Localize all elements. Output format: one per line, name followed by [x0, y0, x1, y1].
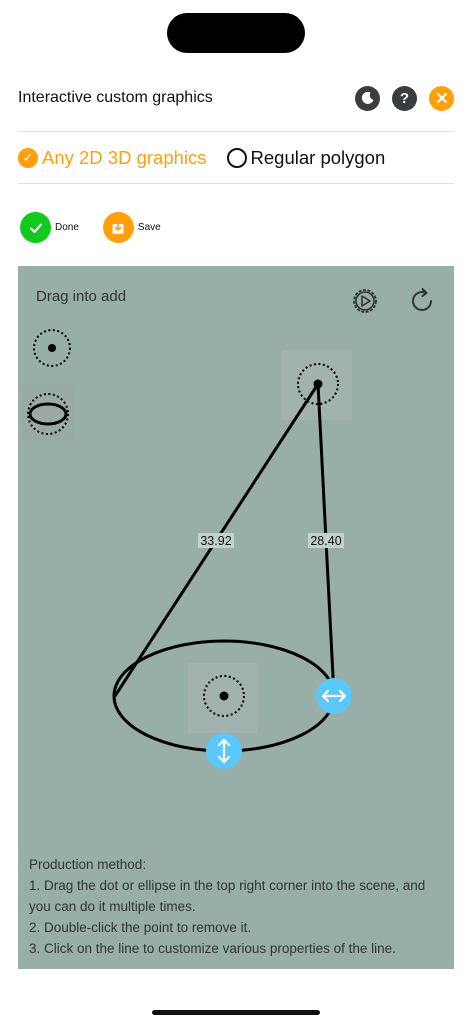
theme-toggle-button[interactable]	[355, 85, 380, 111]
tab-label: Any 2D 3D graphics	[42, 147, 207, 168]
done-button[interactable]: Done	[20, 212, 79, 243]
drawing-canvas[interactable]: Drag into add 33.92 28.40 Production met…	[18, 266, 454, 969]
save-button[interactable]: Save	[102, 212, 161, 243]
moon-icon	[361, 91, 373, 104]
production-method: Production method: 1. Drag the dot or el…	[29, 854, 447, 959]
page-title: Interactive custom graphics	[18, 89, 213, 106]
radio-off-icon	[226, 148, 247, 168]
header: Interactive custom graphics ?	[18, 78, 454, 118]
method-heading: Production method:	[29, 857, 147, 872]
help-button[interactable]: ?	[392, 85, 417, 111]
left-length-label: 33.92	[200, 534, 231, 548]
header-tools: ?	[355, 85, 454, 111]
right-length-label: 28.40	[310, 534, 341, 548]
center-point[interactable]	[219, 691, 229, 701]
tab-any-graphics[interactable]: ✓ Any 2D 3D graphics	[18, 147, 207, 169]
done-label: Done	[55, 222, 79, 233]
check-icon	[20, 212, 51, 243]
home-indicator[interactable]	[152, 1010, 320, 1015]
tab-regular-polygon[interactable]: Regular polygon	[226, 147, 386, 169]
method-step: 1. Drag the dot or ellipse in the top ri…	[29, 878, 426, 914]
close-button[interactable]	[429, 85, 454, 111]
method-step: 3. Click on the line to customize variou…	[29, 941, 396, 956]
save-label: Save	[137, 222, 161, 233]
dynamic-island	[167, 13, 305, 53]
tab-label: Regular polygon	[250, 147, 386, 168]
help-icon: ?	[399, 89, 410, 107]
apex-point[interactable]	[313, 379, 323, 389]
mode-tabs: ✓ Any 2D 3D graphics Regular polygon	[18, 140, 385, 176]
action-bar: Done Save	[20, 212, 161, 243]
vertical-arrows-icon[interactable]	[206, 733, 242, 769]
horizontal-arrows-icon[interactable]	[316, 678, 352, 714]
tabs-divider	[18, 183, 454, 184]
header-divider	[18, 131, 454, 132]
save-icon	[102, 212, 134, 243]
method-step: 2. Double-click the point to remove it.	[29, 920, 252, 935]
check-icon: ✓	[18, 148, 38, 168]
close-icon	[436, 92, 447, 104]
